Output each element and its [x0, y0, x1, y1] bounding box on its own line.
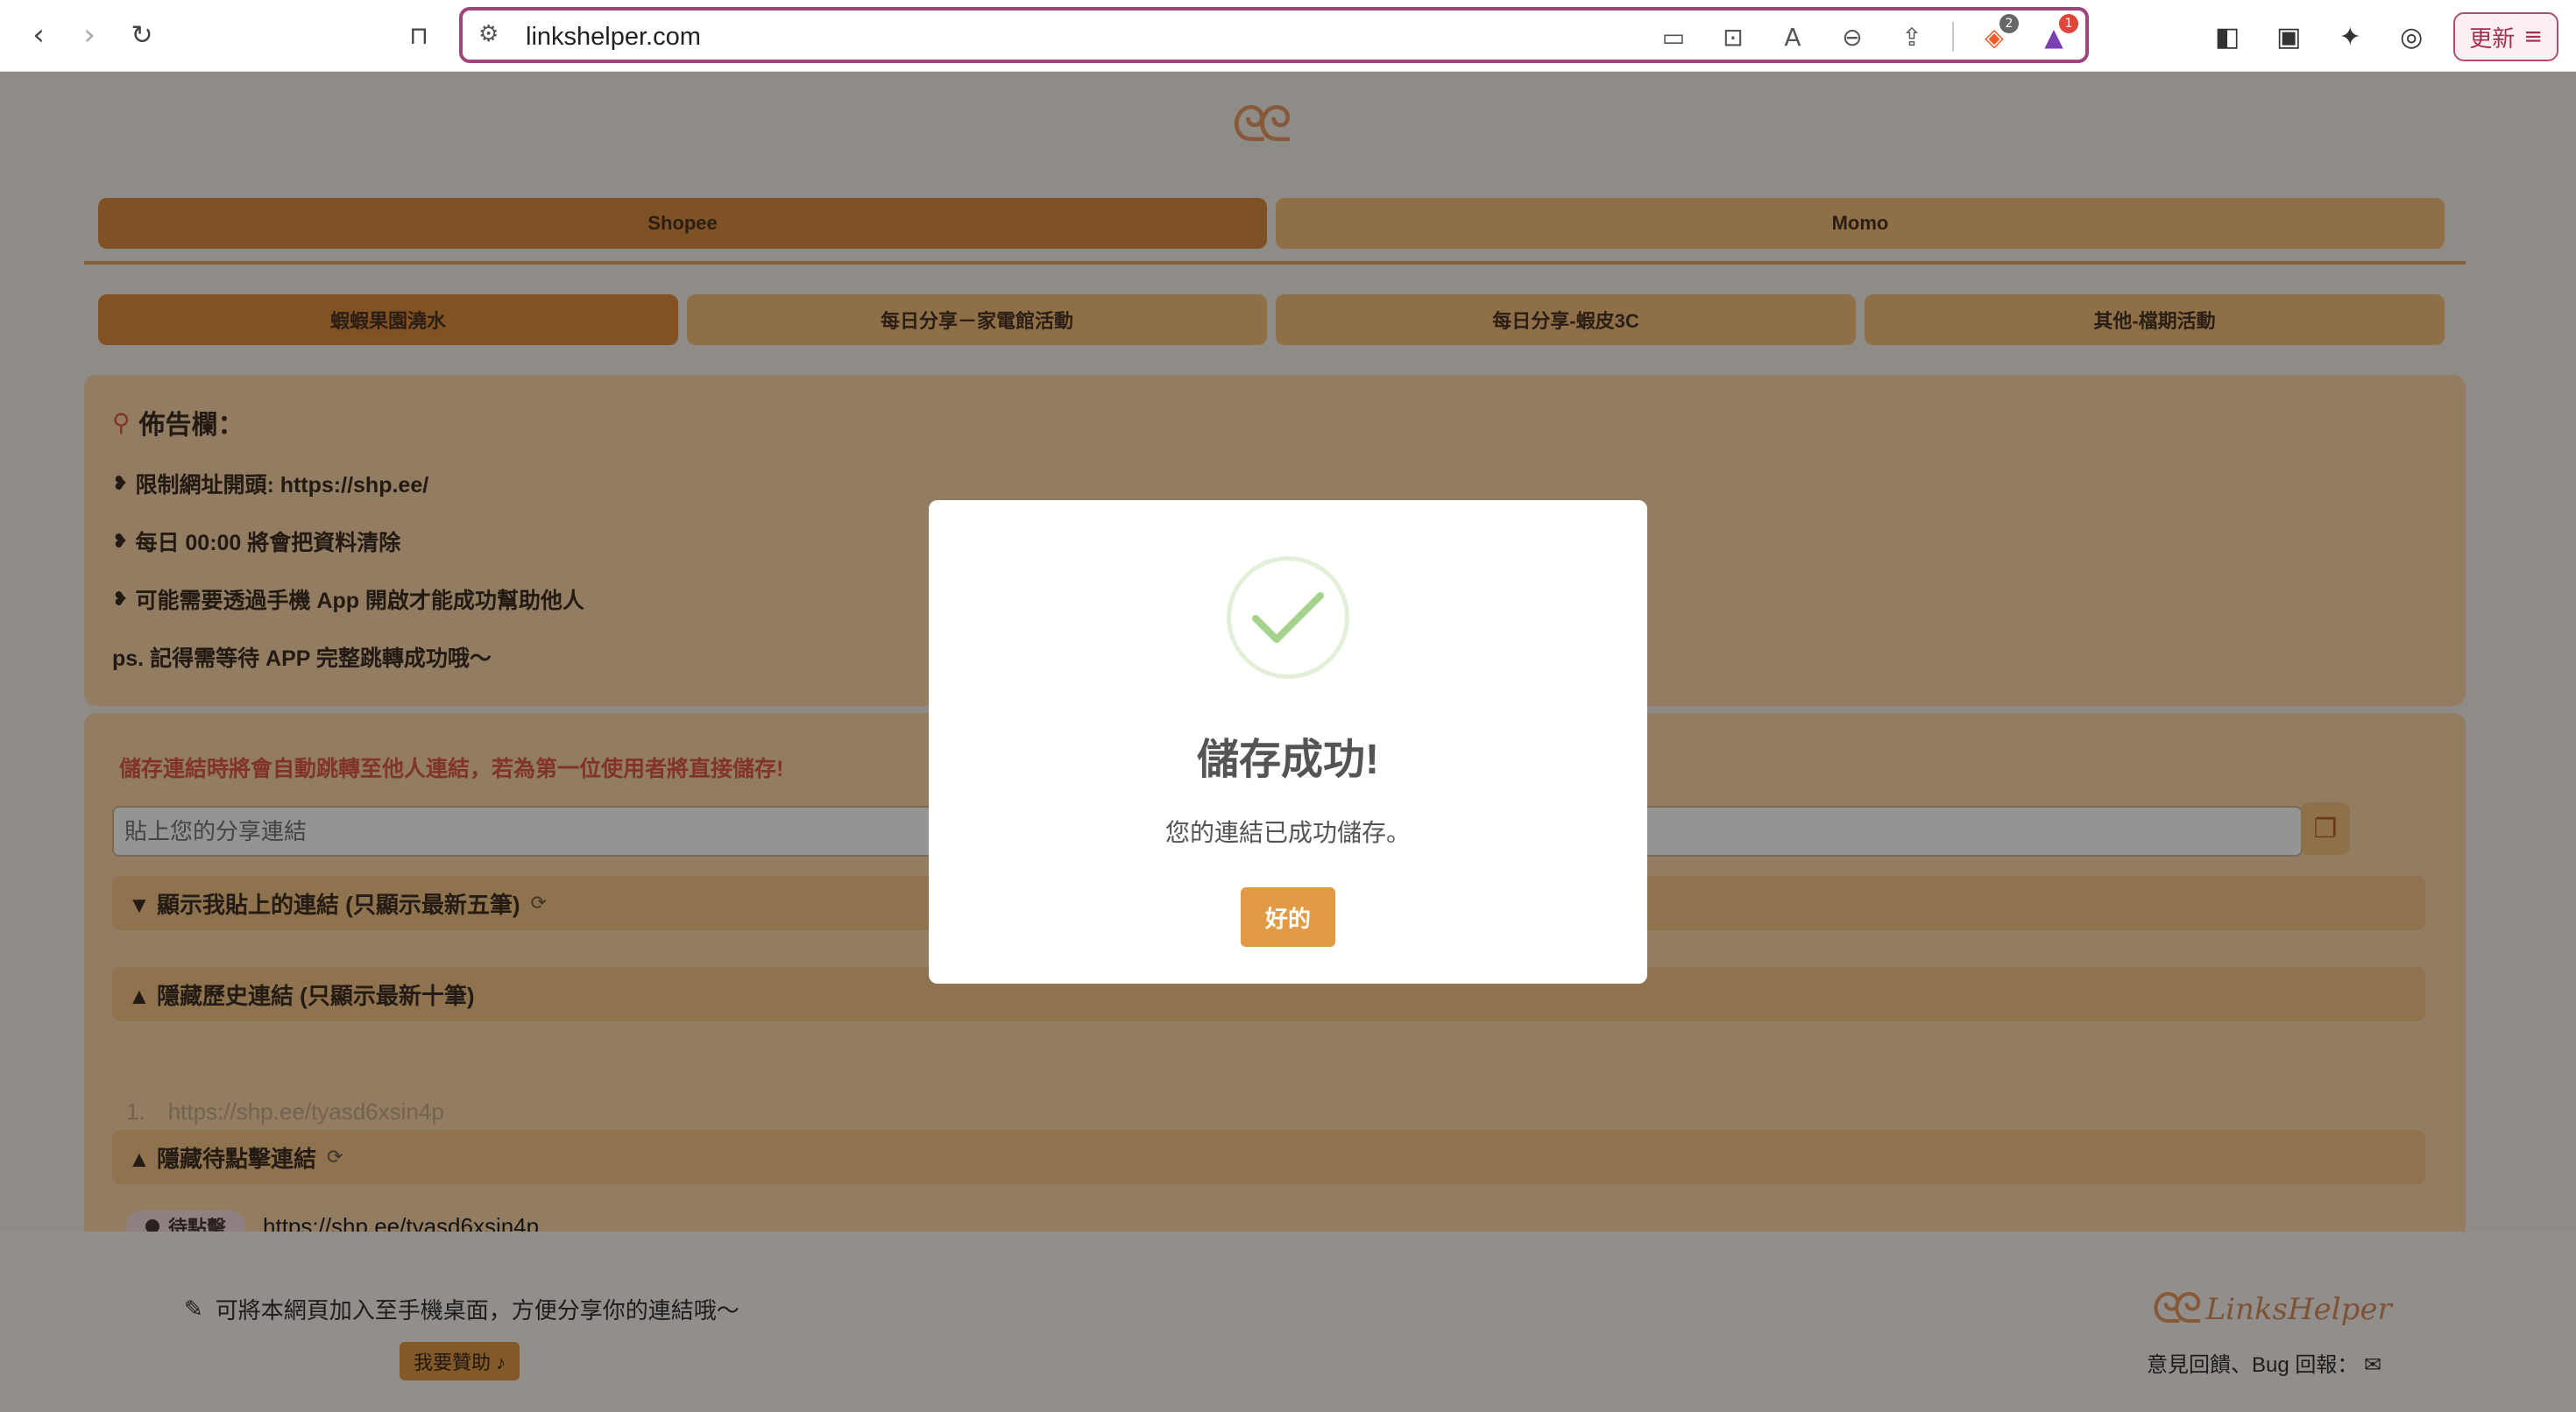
ok-button[interactable]: 好的: [1241, 887, 1335, 947]
site-settings-icon[interactable]: ⚙: [478, 21, 499, 47]
leo-ai-icon[interactable]: ✦: [2331, 14, 2369, 60]
url-text[interactable]: linkshelper.com: [526, 23, 701, 52]
sidebar-icon[interactable]: ◧: [2208, 14, 2247, 60]
forward-icon[interactable]: ›: [70, 16, 109, 54]
address-bar[interactable]: ⚙ linkshelper.com ▭ ⊡ A ⊖ ⇪ ◈ 2 ▲ 1: [459, 7, 2089, 63]
browser-toolbar: ‹ › ↻ ⊓ ⚙ linkshelper.com ▭ ⊡ A ⊖ ⇪ ◈ 2 …: [0, 0, 2576, 72]
success-check-icon: [1227, 556, 1349, 679]
brave-shields-icon[interactable]: ◈ 2: [1975, 14, 2019, 54]
vpn-icon[interactable]: ◎: [2392, 14, 2431, 60]
update-label: 更新: [2469, 25, 2516, 52]
back-icon[interactable]: ‹: [19, 16, 58, 54]
rewards-count-badge: 1: [2059, 14, 2078, 33]
share-icon[interactable]: ⇪: [1893, 19, 1931, 54]
reload-icon[interactable]: ↻: [123, 16, 161, 54]
dialog-message: 您的連結已成功儲存。: [1164, 819, 1411, 846]
menu-icon: ≡: [2523, 24, 2543, 50]
clipboard-icon[interactable]: ▭: [1654, 19, 1693, 54]
shields-count-badge: 2: [1999, 14, 2019, 33]
wallet-icon[interactable]: ▣: [2269, 14, 2308, 60]
translate-icon[interactable]: A: [1773, 19, 1812, 54]
install-app-icon[interactable]: ⊡: [1714, 19, 1752, 54]
toolbar-separator: [1952, 22, 1954, 52]
update-button[interactable]: 更新 ≡: [2453, 12, 2558, 61]
success-dialog: 儲存成功! 您的連結已成功儲存。 好的: [929, 500, 1647, 984]
brave-rewards-icon[interactable]: ▲ 1: [2035, 14, 2078, 54]
check-mark: [1252, 592, 1324, 643]
bookmark-icon[interactable]: ⊓: [400, 16, 438, 54]
dialog-title: 儲存成功!: [1197, 737, 1379, 783]
zoom-out-icon[interactable]: ⊖: [1833, 19, 1872, 54]
